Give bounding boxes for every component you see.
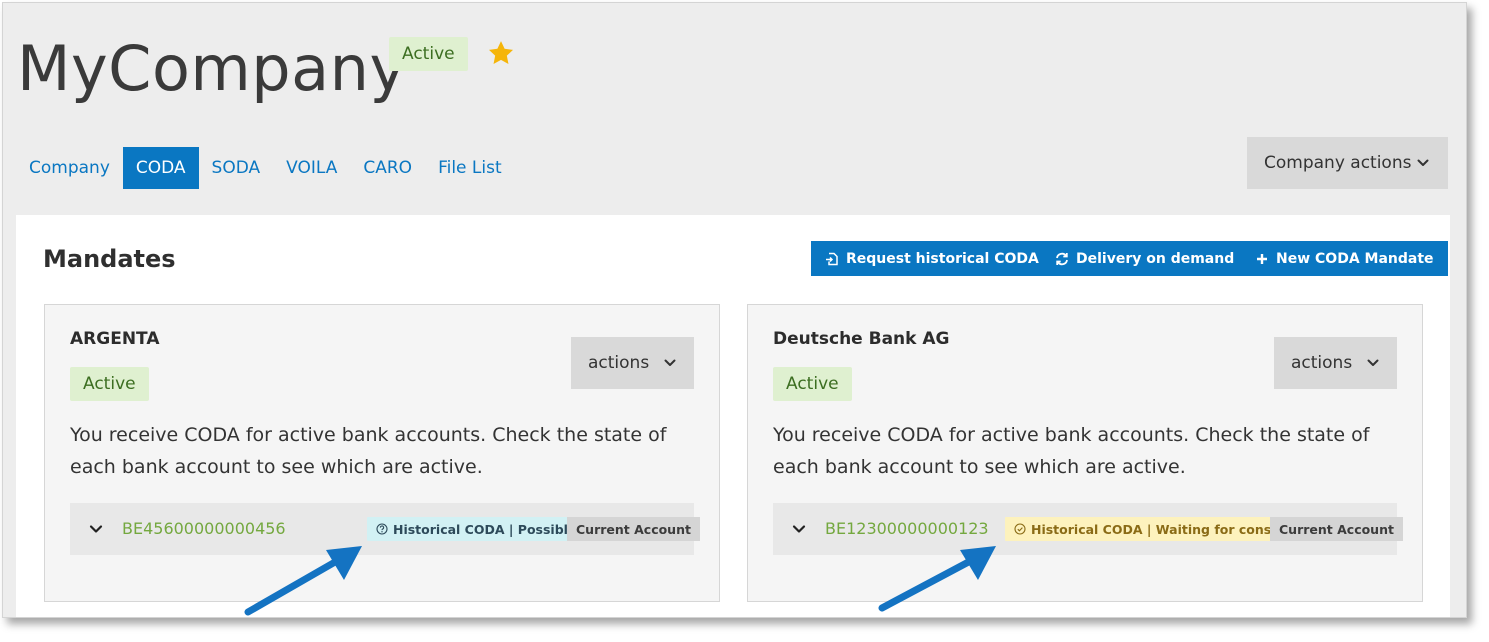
historical-coda-label: Historical CODA | Waiting for consent bbox=[1031, 521, 1295, 537]
new-coda-mandate-button[interactable]: New CODA Mandate bbox=[1241, 241, 1448, 276]
mandate-actions-label: actions bbox=[588, 353, 650, 373]
mandate-actions-button[interactable]: actions bbox=[571, 337, 694, 389]
app-window: MyCompany Active Company CODA SODA VOILA… bbox=[2, 2, 1467, 618]
historical-coda-label: Historical CODA | Possible bbox=[393, 521, 577, 537]
company-actions-label: Company actions bbox=[1264, 153, 1412, 173]
account-iban[interactable]: BE12300000000123 bbox=[825, 503, 989, 555]
company-actions-button[interactable]: Company actions bbox=[1247, 137, 1448, 189]
clock-icon bbox=[1014, 523, 1026, 535]
mandate-description: You receive CODA for active bank account… bbox=[773, 424, 1370, 478]
mandates-title: Mandates bbox=[43, 245, 176, 273]
historical-coda-badge: Historical CODA | Possible bbox=[367, 517, 586, 541]
tab-soda[interactable]: SODA bbox=[199, 147, 274, 189]
star-icon[interactable] bbox=[487, 39, 515, 67]
chevron-down-icon bbox=[1367, 359, 1379, 366]
delivery-on-demand-label: Delivery on demand bbox=[1076, 250, 1235, 267]
mandates-panel: Mandates Request historical CODA Deliver… bbox=[16, 215, 1450, 617]
chevron-down-icon[interactable] bbox=[792, 522, 806, 536]
company-title: MyCompany bbox=[17, 32, 407, 105]
mandate-status-badge: Active bbox=[773, 367, 852, 401]
chevron-down-icon bbox=[1417, 159, 1429, 166]
bank-account-row[interactable]: BE45600000000456 Historical CODA | Possi… bbox=[70, 503, 700, 555]
company-status-badge: Active bbox=[389, 37, 468, 71]
plus-icon bbox=[1257, 253, 1267, 264]
delivery-on-demand-button[interactable]: Delivery on demand bbox=[1041, 241, 1249, 276]
bank-name: ARGENTA bbox=[70, 329, 160, 349]
account-type-badge: Current Account bbox=[1270, 517, 1403, 541]
mandate-actions-label: actions bbox=[1291, 353, 1353, 373]
mandate-description: You receive CODA for active bank account… bbox=[70, 424, 667, 478]
new-coda-mandate-label: New CODA Mandate bbox=[1276, 250, 1434, 267]
tab-coda[interactable]: CODA bbox=[122, 147, 199, 189]
bank-name: Deutsche Bank AG bbox=[773, 329, 950, 349]
historical-coda-badge: Historical CODA | Waiting for consent bbox=[1005, 517, 1304, 541]
tab-company[interactable]: Company bbox=[16, 147, 123, 189]
account-type-badge: Current Account bbox=[567, 517, 700, 541]
refresh-icon bbox=[1056, 252, 1068, 265]
account-iban[interactable]: BE45600000000456 bbox=[122, 503, 286, 555]
tab-file-list[interactable]: File List bbox=[425, 147, 515, 189]
mandate-card-deutsche-bank: Deutsche Bank AG Active actions You rece… bbox=[747, 304, 1423, 602]
chevron-down-icon bbox=[664, 359, 676, 366]
question-circle-icon bbox=[376, 523, 388, 535]
bank-account-row[interactable]: BE12300000000123 Historical CODA | Waiti… bbox=[773, 503, 1403, 555]
tab-voila[interactable]: VOILA bbox=[273, 147, 350, 189]
file-import-icon bbox=[826, 252, 838, 265]
request-historical-coda-button[interactable]: Request historical CODA bbox=[811, 241, 1053, 276]
mandate-card-argenta: ARGENTA Active actions You receive CODA … bbox=[44, 304, 720, 602]
mandate-status-badge: Active bbox=[70, 367, 149, 401]
request-historical-coda-label: Request historical CODA bbox=[846, 250, 1039, 267]
mandate-actions-button[interactable]: actions bbox=[1274, 337, 1397, 389]
chevron-down-icon[interactable] bbox=[89, 522, 103, 536]
tab-bar: Company CODA SODA VOILA CARO File List bbox=[16, 147, 515, 189]
tab-caro[interactable]: CARO bbox=[350, 147, 425, 189]
